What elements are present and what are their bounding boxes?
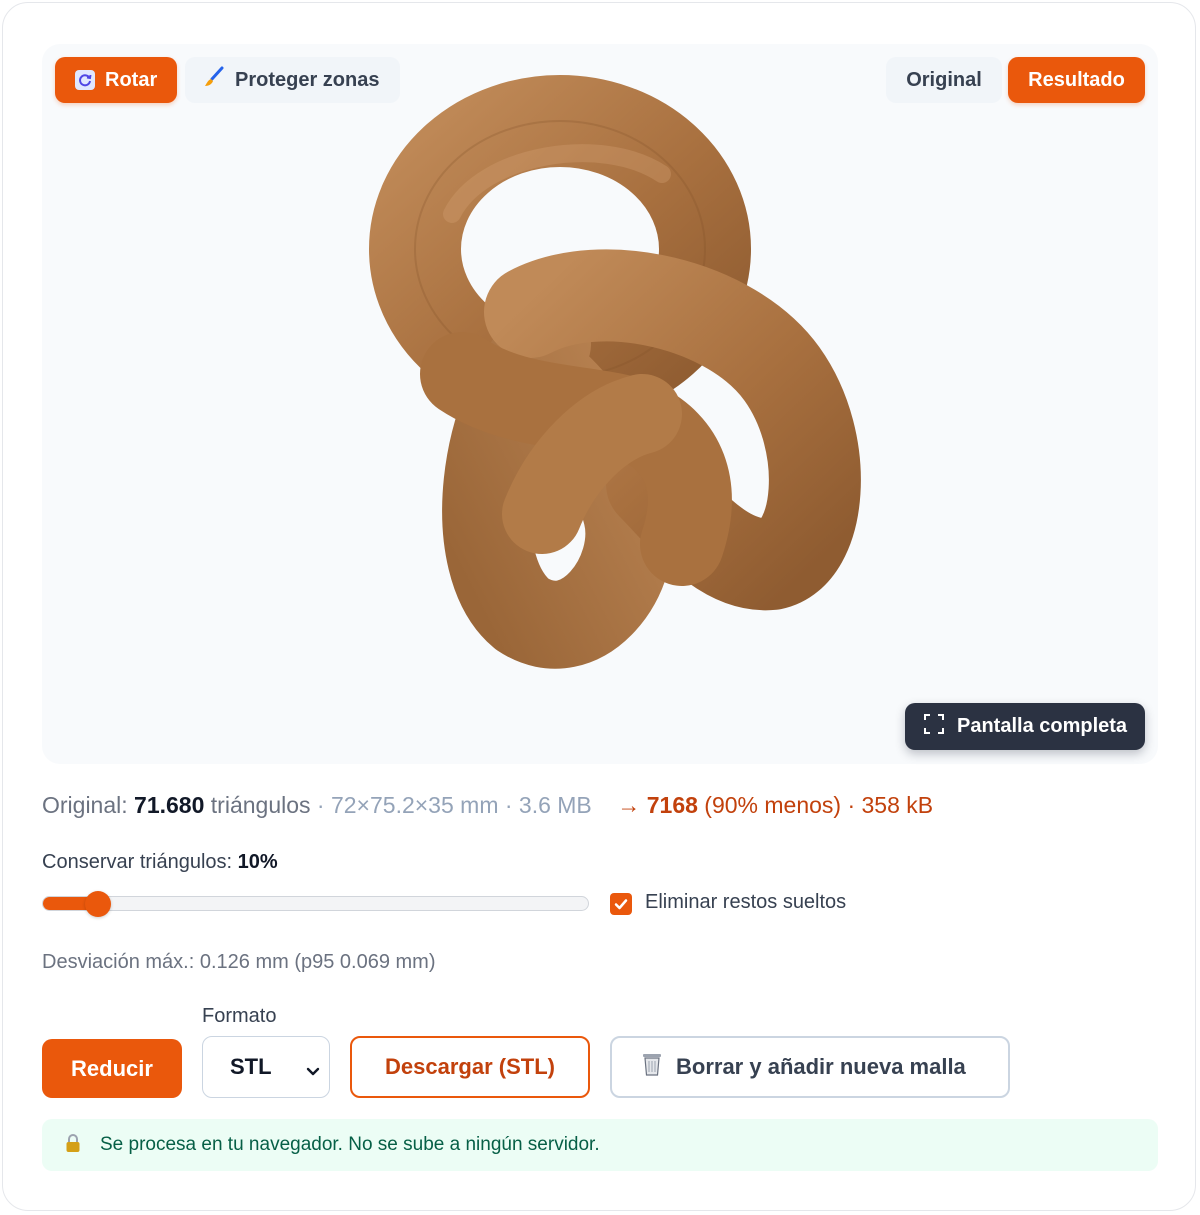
result-reduction: (90% menos) · 358 kB	[704, 792, 934, 818]
clear-and-add-button[interactable]: Borrar y añadir nueva malla	[610, 1036, 1010, 1098]
clear-label: Borrar y añadir nueva malla	[676, 1054, 966, 1079]
checkmark-icon	[614, 899, 628, 910]
result-label: Resultado	[1028, 68, 1125, 91]
triangles-word: triángulos	[210, 792, 311, 818]
original-dimensions: · 72×75.2×35 mm · 3.6 MB	[316, 792, 592, 818]
slider-thumb[interactable]	[84, 890, 111, 917]
lock-icon	[64, 1133, 82, 1158]
trash-icon	[640, 1051, 664, 1083]
trefoil-knot-model[interactable]	[42, 44, 1158, 764]
brush-icon	[203, 66, 225, 94]
protect-label: Proteger zonas	[235, 68, 380, 91]
rotate-label: Rotar	[105, 68, 158, 91]
keep-triangles-slider[interactable]	[42, 890, 589, 917]
protect-zones-button[interactable]: Proteger zonas	[185, 57, 400, 103]
download-button[interactable]: Descargar (STL)	[350, 1036, 590, 1098]
rotate-button[interactable]: Rotar	[55, 57, 177, 103]
remove-loose-checkbox[interactable]	[610, 893, 632, 915]
fullscreen-button[interactable]: Pantalla completa	[905, 703, 1145, 750]
original-prefix: Original:	[42, 792, 128, 818]
keep-triangles-value: 10%	[237, 851, 278, 873]
reduce-label: Reducir	[71, 1055, 153, 1081]
privacy-notice-text: Se procesa en tu navegador. No se sube a…	[100, 1134, 600, 1155]
keep-triangles-text: Conservar triángulos:	[42, 851, 233, 873]
download-label: Descargar (STL)	[385, 1054, 555, 1079]
format-value: STL	[230, 1054, 272, 1079]
model-viewer[interactable]	[42, 44, 1158, 764]
original-triangle-count: 71.680	[134, 792, 205, 818]
mesh-stats: Original: 71.680 triángulos · 72×75.2×35…	[42, 792, 933, 819]
max-deviation: Desviación máx.: 0.126 mm (p95 0.069 mm)	[42, 951, 436, 973]
original-label: Original	[906, 68, 982, 91]
keep-triangles-label: Conservar triángulos: 10%	[42, 851, 278, 874]
view-result-toggle[interactable]: Resultado	[1008, 57, 1145, 103]
reduce-button[interactable]: Reducir	[42, 1039, 182, 1098]
format-label: Formato	[202, 1005, 277, 1027]
fullscreen-label: Pantalla completa	[957, 715, 1128, 737]
chevron-down-icon	[305, 1059, 321, 1085]
format-select[interactable]: STL	[202, 1036, 330, 1098]
result-triangle-count: 7168	[646, 792, 698, 818]
result-arrow: →	[617, 792, 641, 818]
fullscreen-icon	[923, 713, 945, 741]
privacy-notice: Se procesa en tu navegador. No se sube a…	[42, 1119, 1158, 1171]
remove-loose-label[interactable]: Eliminar restos sueltos	[645, 891, 846, 914]
view-original-toggle[interactable]: Original	[886, 57, 1002, 103]
rotate-icon	[75, 70, 95, 90]
